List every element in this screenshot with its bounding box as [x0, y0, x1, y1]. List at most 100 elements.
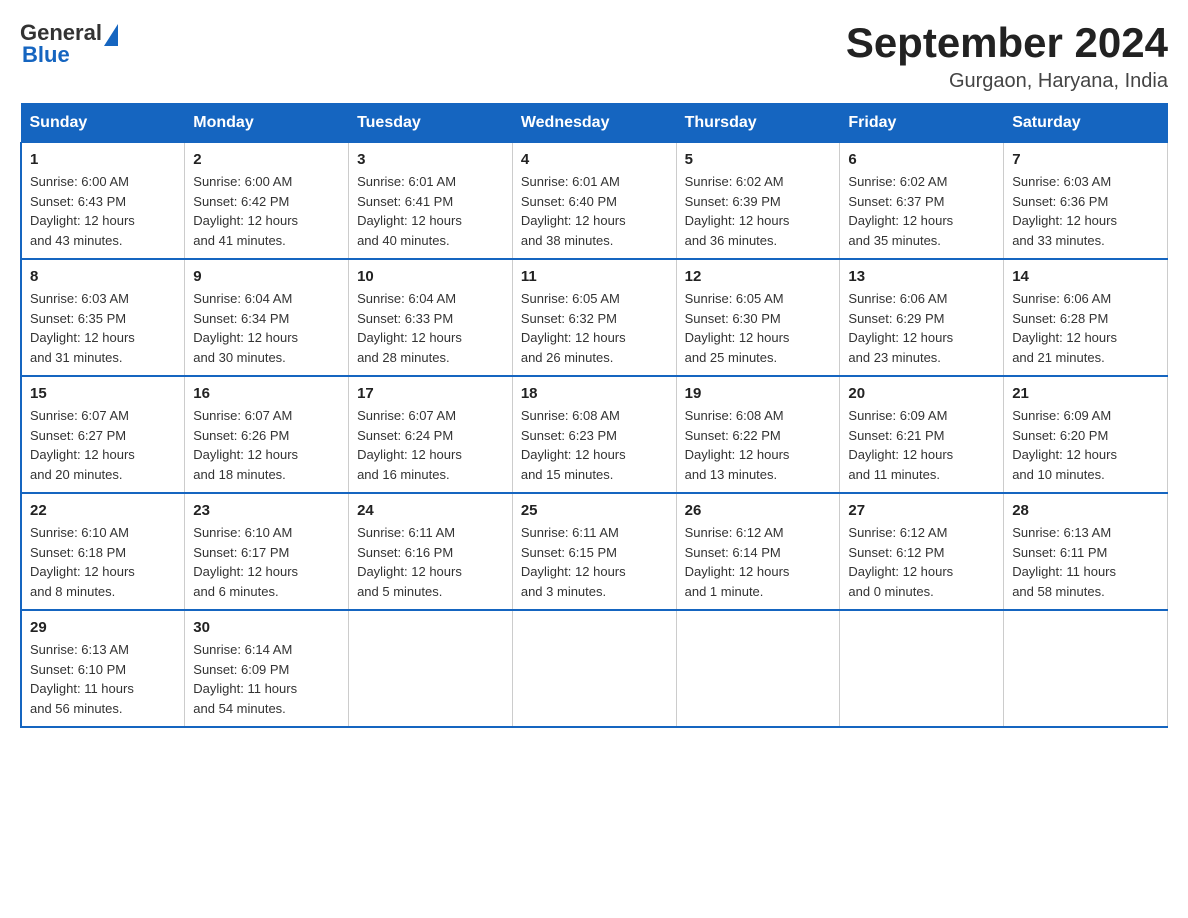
day-number: 17 — [357, 385, 504, 402]
calendar-table: SundayMondayTuesdayWednesdayThursdayFrid… — [20, 103, 1168, 728]
calendar-cell: 27Sunrise: 6:12 AMSunset: 6:12 PMDayligh… — [840, 493, 1004, 610]
day-number: 18 — [521, 385, 668, 402]
day-info: Sunrise: 6:00 AMSunset: 6:43 PMDaylight:… — [30, 172, 176, 250]
calendar-cell: 24 Sunrise: 6:11 AMSunset: 6:16 PMDayligh… — [349, 493, 513, 610]
day-number: 22 — [30, 502, 176, 519]
calendar-cell: 19 Sunrise: 6:08 AMSunset: 6:22 PMDayligh… — [676, 376, 840, 493]
day-info: Sunrise: 6:12 AMSunset: 6:14 PMDaylight:… — [685, 523, 832, 601]
calendar-week-row: 1 Sunrise: 6:00 AMSunset: 6:43 PMDaylight… — [21, 143, 1168, 260]
calendar-cell: 26 Sunrise: 6:12 AMSunset: 6:14 PMDayligh… — [676, 493, 840, 610]
calendar-cell: 1 Sunrise: 6:00 AMSunset: 6:43 PMDaylight… — [21, 143, 185, 260]
calendar-cell: 17Sunrise: 6:07 AMSunset: 6:24 PMDayligh… — [349, 376, 513, 493]
calendar-cell: 18Sunrise: 6:08 AMSunset: 6:23 PMDayligh… — [512, 376, 676, 493]
day-number: 20 — [848, 385, 995, 402]
day-info: Sunrise: 6:07 AMSunset: 6:27 PMDaylight:… — [30, 406, 176, 484]
calendar-cell: 30 Sunrise: 6:14 AMSunset: 6:09 PMDayligh… — [185, 610, 349, 727]
day-info: Sunrise: 6:06 AMSunset: 6:29 PMDaylight:… — [848, 289, 995, 367]
day-number: 5 — [685, 151, 832, 168]
day-info: Sunrise: 6:02 AMSunset: 6:37 PMDaylight:… — [848, 172, 995, 250]
day-info: Sunrise: 6:04 AMSunset: 6:34 PMDaylight:… — [193, 289, 340, 367]
logo: General Blue — [20, 20, 118, 68]
calendar-cell: 3 Sunrise: 6:01 AMSunset: 6:41 PMDaylight… — [349, 143, 513, 260]
day-number: 14 — [1012, 268, 1159, 285]
calendar-cell — [512, 610, 676, 727]
calendar-cell — [349, 610, 513, 727]
calendar-cell: 15 Sunrise: 6:07 AMSunset: 6:27 PMDayligh… — [21, 376, 185, 493]
day-info: Sunrise: 6:08 AMSunset: 6:22 PMDaylight:… — [685, 406, 832, 484]
day-info: Sunrise: 6:11 AMSunset: 6:16 PMDaylight:… — [357, 523, 504, 601]
calendar-cell: 10 Sunrise: 6:04 AMSunset: 6:33 PMDayligh… — [349, 259, 513, 376]
day-number: 16 — [193, 385, 340, 402]
month-title: September 2024 — [846, 20, 1168, 66]
weekday-header-tuesday: Tuesday — [349, 104, 513, 143]
day-number: 6 — [848, 151, 995, 168]
day-number: 27 — [848, 502, 995, 519]
calendar-cell: 29Sunrise: 6:13 AMSunset: 6:10 PMDayligh… — [21, 610, 185, 727]
day-number: 9 — [193, 268, 340, 285]
calendar-cell: 11 Sunrise: 6:05 AMSunset: 6:32 PMDayligh… — [512, 259, 676, 376]
weekday-header-monday: Monday — [185, 104, 349, 143]
calendar-cell: 16 Sunrise: 6:07 AMSunset: 6:26 PMDayligh… — [185, 376, 349, 493]
logo-blue-text: Blue — [22, 42, 70, 68]
calendar-week-row: 8Sunrise: 6:03 AMSunset: 6:35 PMDaylight… — [21, 259, 1168, 376]
calendar-cell: 2 Sunrise: 6:00 AMSunset: 6:42 PMDaylight… — [185, 143, 349, 260]
logo-triangle-icon — [104, 24, 118, 46]
calendar-cell: 5 Sunrise: 6:02 AMSunset: 6:39 PMDaylight… — [676, 143, 840, 260]
calendar-cell: 21 Sunrise: 6:09 AMSunset: 6:20 PMDayligh… — [1004, 376, 1168, 493]
weekday-header-sunday: Sunday — [21, 104, 185, 143]
day-number: 15 — [30, 385, 176, 402]
calendar-cell: 20 Sunrise: 6:09 AMSunset: 6:21 PMDayligh… — [840, 376, 1004, 493]
calendar-week-row: 22Sunrise: 6:10 AMSunset: 6:18 PMDayligh… — [21, 493, 1168, 610]
day-number: 28 — [1012, 502, 1159, 519]
day-number: 10 — [357, 268, 504, 285]
calendar-week-row: 29Sunrise: 6:13 AMSunset: 6:10 PMDayligh… — [21, 610, 1168, 727]
calendar-cell: 8Sunrise: 6:03 AMSunset: 6:35 PMDaylight… — [21, 259, 185, 376]
day-number: 25 — [521, 502, 668, 519]
day-number: 26 — [685, 502, 832, 519]
weekday-header-thursday: Thursday — [676, 104, 840, 143]
weekday-header-row: SundayMondayTuesdayWednesdayThursdayFrid… — [21, 104, 1168, 143]
day-info: Sunrise: 6:14 AMSunset: 6:09 PMDaylight:… — [193, 640, 340, 718]
page-header: General Blue September 2024 Gurgaon, Har… — [20, 20, 1168, 93]
calendar-cell: 14 Sunrise: 6:06 AMSunset: 6:28 PMDayligh… — [1004, 259, 1168, 376]
day-info: Sunrise: 6:09 AMSunset: 6:21 PMDaylight:… — [848, 406, 995, 484]
day-number: 29 — [30, 619, 176, 636]
calendar-cell: 6 Sunrise: 6:02 AMSunset: 6:37 PMDaylight… — [840, 143, 1004, 260]
day-number: 30 — [193, 619, 340, 636]
day-info: Sunrise: 6:05 AMSunset: 6:32 PMDaylight:… — [521, 289, 668, 367]
day-info: Sunrise: 6:11 AMSunset: 6:15 PMDaylight:… — [521, 523, 668, 601]
calendar-cell — [1004, 610, 1168, 727]
day-info: Sunrise: 6:13 AMSunset: 6:11 PMDaylight:… — [1012, 523, 1159, 601]
weekday-header-friday: Friday — [840, 104, 1004, 143]
calendar-cell: 12 Sunrise: 6:05 AMSunset: 6:30 PMDayligh… — [676, 259, 840, 376]
day-number: 19 — [685, 385, 832, 402]
day-number: 21 — [1012, 385, 1159, 402]
day-number: 24 — [357, 502, 504, 519]
day-info: Sunrise: 6:01 AMSunset: 6:41 PMDaylight:… — [357, 172, 504, 250]
day-info: Sunrise: 6:01 AMSunset: 6:40 PMDaylight:… — [521, 172, 668, 250]
calendar-cell: 22Sunrise: 6:10 AMSunset: 6:18 PMDayligh… — [21, 493, 185, 610]
calendar-cell: 4Sunrise: 6:01 AMSunset: 6:40 PMDaylight… — [512, 143, 676, 260]
day-number: 23 — [193, 502, 340, 519]
weekday-header-saturday: Saturday — [1004, 104, 1168, 143]
day-info: Sunrise: 6:05 AMSunset: 6:30 PMDaylight:… — [685, 289, 832, 367]
day-number: 12 — [685, 268, 832, 285]
day-number: 2 — [193, 151, 340, 168]
calendar-cell — [840, 610, 1004, 727]
day-number: 11 — [521, 268, 668, 285]
day-info: Sunrise: 6:02 AMSunset: 6:39 PMDaylight:… — [685, 172, 832, 250]
day-number: 8 — [30, 268, 176, 285]
calendar-cell: 13Sunrise: 6:06 AMSunset: 6:29 PMDayligh… — [840, 259, 1004, 376]
day-info: Sunrise: 6:09 AMSunset: 6:20 PMDaylight:… — [1012, 406, 1159, 484]
weekday-header-wednesday: Wednesday — [512, 104, 676, 143]
day-number: 1 — [30, 151, 176, 168]
calendar-cell — [676, 610, 840, 727]
day-info: Sunrise: 6:04 AMSunset: 6:33 PMDaylight:… — [357, 289, 504, 367]
day-number: 3 — [357, 151, 504, 168]
calendar-cell: 9 Sunrise: 6:04 AMSunset: 6:34 PMDaylight… — [185, 259, 349, 376]
calendar-cell: 28 Sunrise: 6:13 AMSunset: 6:11 PMDayligh… — [1004, 493, 1168, 610]
day-info: Sunrise: 6:00 AMSunset: 6:42 PMDaylight:… — [193, 172, 340, 250]
day-info: Sunrise: 6:07 AMSunset: 6:26 PMDaylight:… — [193, 406, 340, 484]
day-number: 7 — [1012, 151, 1159, 168]
day-info: Sunrise: 6:06 AMSunset: 6:28 PMDaylight:… — [1012, 289, 1159, 367]
